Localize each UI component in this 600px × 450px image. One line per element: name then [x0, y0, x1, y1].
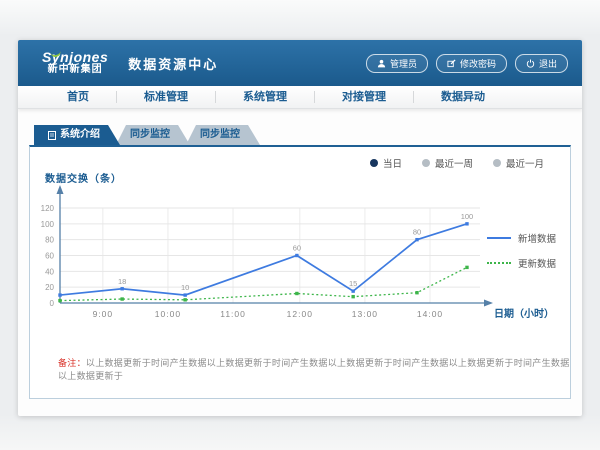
legend-item-updated-data: 更新数据 — [487, 256, 556, 270]
logout-label: 退出 — [539, 57, 557, 70]
svg-text:15: 15 — [349, 279, 357, 288]
svg-text:10: 10 — [181, 283, 189, 292]
tab-label: 同步监控 — [200, 125, 240, 145]
tab-label: 系统介绍 — [60, 125, 100, 145]
tab-sync-monitor-1[interactable]: 同步监控 — [116, 125, 190, 145]
app-window: Synjones 新中新集团 数据资源中心 管理员 修改密码 — [18, 40, 582, 416]
svg-text:100: 100 — [41, 220, 55, 229]
radio-label: 当日 — [383, 156, 402, 170]
main-nav: 首页 标准管理 系统管理 对接管理 数据异动 — [18, 86, 582, 109]
svg-text:18: 18 — [118, 277, 126, 286]
person-icon — [377, 59, 386, 68]
user-button-label: 管理员 — [390, 57, 417, 70]
change-password-label: 修改密码 — [460, 57, 496, 70]
brand-logo: Synjones 新中新集团 — [42, 50, 108, 75]
radio-last-week[interactable]: 最近一周 — [422, 156, 473, 170]
tab-bar: 系统介绍 同步监控 同步监控 — [34, 125, 571, 145]
time-range-filter: 当日 最近一周 最近一月 — [370, 156, 544, 170]
tab-label: 同步监控 — [130, 125, 170, 145]
radio-label: 最近一月 — [506, 156, 544, 170]
edit-icon — [447, 59, 456, 68]
dotted-line-icon — [487, 262, 511, 264]
content-area: 系统介绍 同步监控 同步监控 当日 最近一周 — [18, 109, 582, 399]
line-chart: 0 20 40 60 80 100 120 9:00 10:00 11:00 12:00 13:00 1… — [30, 177, 510, 329]
nav-item-home[interactable]: 首页 — [40, 86, 116, 109]
svg-text:11:00: 11:00 — [220, 309, 246, 319]
radio-label: 最近一周 — [435, 156, 473, 170]
legend-label: 更新数据 — [518, 256, 556, 270]
svg-text:0: 0 — [50, 299, 55, 308]
svg-text:60: 60 — [293, 244, 301, 253]
svg-text:14:00: 14:00 — [417, 309, 443, 319]
radio-unselected-icon — [493, 159, 501, 167]
solid-line-icon — [487, 237, 511, 239]
radio-unselected-icon — [422, 159, 430, 167]
svg-text:12:00: 12:00 — [287, 309, 313, 319]
radio-today[interactable]: 当日 — [370, 156, 402, 170]
svg-text:100: 100 — [461, 212, 474, 221]
user-button[interactable]: 管理员 — [366, 54, 428, 73]
logout-button[interactable]: 退出 — [515, 54, 568, 73]
footnote: 备注：以上数据更新于时间产生数据以上数据更新于时间产生数据以上数据更新于时间产生… — [58, 356, 570, 382]
page-title: 数据资源中心 — [128, 54, 218, 73]
nav-item-interface-mgmt[interactable]: 对接管理 — [315, 86, 413, 109]
legend-label: 新增数据 — [518, 231, 556, 245]
radio-last-month[interactable]: 最近一月 — [493, 156, 544, 170]
svg-text:40: 40 — [45, 267, 54, 276]
nav-item-standard-mgmt[interactable]: 标准管理 — [117, 86, 215, 109]
svg-text:80: 80 — [45, 236, 54, 245]
document-icon — [48, 131, 56, 140]
svg-text:9:00: 9:00 — [93, 309, 114, 319]
svg-text:10:00: 10:00 — [155, 309, 181, 319]
footnote-label: 备注： — [58, 358, 86, 368]
page-background: Synjones 新中新集团 数据资源中心 管理员 修改密码 — [0, 0, 600, 450]
tab-system-intro[interactable]: 系统介绍 — [34, 125, 120, 145]
radio-selected-icon — [370, 159, 378, 167]
svg-text:20: 20 — [45, 283, 54, 292]
header-actions: 管理员 修改密码 退出 — [366, 40, 568, 86]
footnote-text: 以上数据更新于时间产生数据以上数据更新于时间产生数据以上数据更新于时间产生数据以… — [58, 358, 570, 381]
svg-text:13:00: 13:00 — [352, 309, 378, 319]
change-password-button[interactable]: 修改密码 — [436, 54, 507, 73]
app-header: Synjones 新中新集团 数据资源中心 管理员 修改密码 — [18, 40, 582, 86]
legend-item-new-data: 新增数据 — [487, 231, 556, 245]
x-axis-title: 日期（小时） — [494, 305, 554, 320]
nav-item-system-mgmt[interactable]: 系统管理 — [216, 86, 314, 109]
nav-item-data-change[interactable]: 数据异动 — [414, 86, 512, 109]
tab-sync-monitor-2[interactable]: 同步监控 — [186, 125, 260, 145]
svg-text:120: 120 — [41, 204, 55, 213]
svg-text:60: 60 — [45, 252, 54, 261]
chart-panel: 当日 最近一周 最近一月 数据交换（条） 0204060801001209:00… — [29, 145, 571, 399]
chart-legend: 新增数据 更新数据 — [487, 231, 556, 270]
power-icon — [526, 59, 535, 68]
brand-logo-subtext: 新中新集团 — [42, 65, 108, 76]
svg-text:80: 80 — [413, 228, 421, 237]
